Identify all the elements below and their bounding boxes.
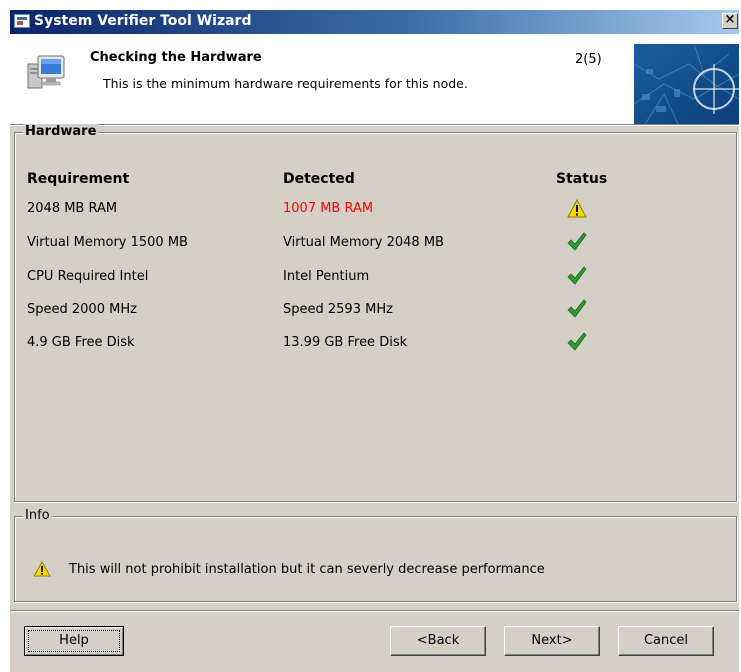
header-title: Checking the Hardware xyxy=(90,50,262,65)
checkmark-icon xyxy=(567,332,587,351)
close-button[interactable]: × xyxy=(722,13,738,29)
help-button[interactable]: Help xyxy=(24,626,124,656)
detected-virtual-memory: Virtual Memory 2048 MB xyxy=(283,235,444,250)
info-groupbox: Info This will not prohibit installation… xyxy=(14,508,737,602)
checkmark-icon xyxy=(567,266,587,285)
requirement-speed: Speed 2000 MHz xyxy=(27,302,137,317)
footer-divider-highlight xyxy=(10,611,739,612)
requirement-column-header: Requirement xyxy=(27,171,130,187)
detected-cpu: Intel Pentium xyxy=(283,269,370,284)
detected-speed: Speed 2593 MHz xyxy=(283,302,393,317)
cancel-button[interactable]: Cancel xyxy=(618,626,714,656)
info-group-label: Info xyxy=(23,508,52,523)
step-indicator: 2(5) xyxy=(575,52,602,67)
next-button[interactable]: Next> xyxy=(504,626,600,656)
requirement-ram: 2048 MB RAM xyxy=(27,201,118,216)
network-banner-graphic xyxy=(634,44,739,126)
back-button[interactable]: <Back xyxy=(390,626,486,656)
hardware-groupbox: Hardware Requirement Detected Status 204… xyxy=(14,124,737,502)
computer-icon xyxy=(27,55,65,89)
wizard-window: System Verifier Tool Wizard × Checking t… xyxy=(10,10,739,672)
warning-icon xyxy=(33,561,51,577)
checkmark-icon xyxy=(567,232,587,251)
status-column-header: Status xyxy=(556,171,608,187)
warning-icon xyxy=(567,199,587,218)
hardware-group-label: Hardware xyxy=(23,124,99,139)
info-message: This will not prohibit installation but … xyxy=(69,562,545,577)
detected-disk: 13.99 GB Free Disk xyxy=(283,335,408,350)
requirement-virtual-memory: Virtual Memory 1500 MB xyxy=(27,235,188,250)
detected-column-header: Detected xyxy=(283,171,355,187)
checkmark-icon xyxy=(567,299,587,318)
detected-ram: 1007 MB RAM xyxy=(283,201,374,216)
header-subtitle: This is the minimum hardware requirement… xyxy=(103,76,468,91)
app-icon xyxy=(14,14,30,28)
title-bar[interactable]: System Verifier Tool Wizard × xyxy=(10,10,739,34)
wizard-header: Checking the Hardware This is the minimu… xyxy=(10,34,739,126)
requirement-disk: 4.9 GB Free Disk xyxy=(27,335,135,350)
focus-rectangle xyxy=(28,630,120,652)
window-title: System Verifier Tool Wizard xyxy=(34,13,252,29)
header-divider-highlight xyxy=(10,125,739,126)
requirement-cpu: CPU Required Intel xyxy=(27,269,149,284)
